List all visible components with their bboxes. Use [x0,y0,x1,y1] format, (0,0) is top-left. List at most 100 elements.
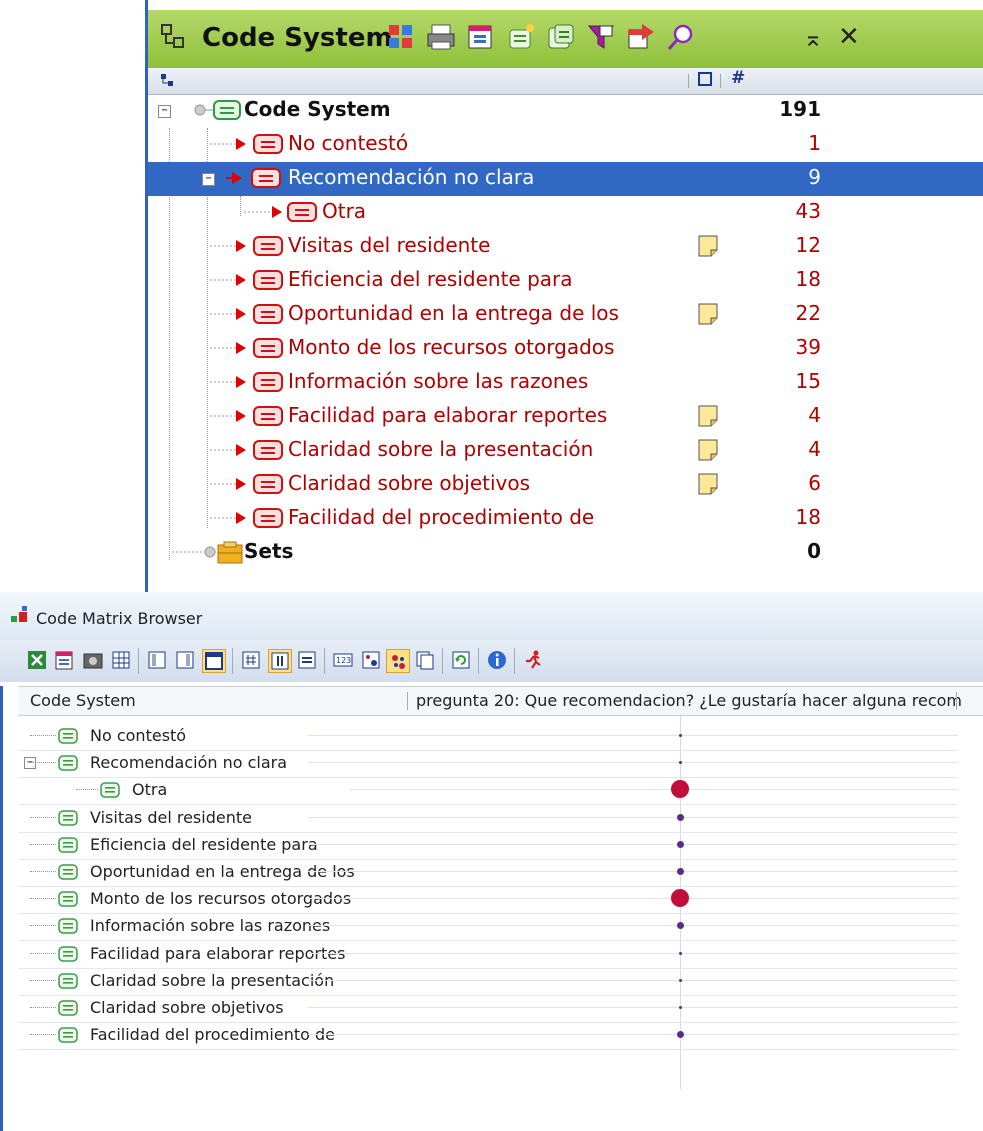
matrix-cell-dot[interactable] [676,921,684,929]
matrix-row[interactable]: Oportunidad en la entrega de los [18,858,958,887]
matrix-cell-dot[interactable] [678,733,682,737]
matrix-row[interactable]: Otra [18,776,958,805]
tree-row-code[interactable]: Claridad sobre la presentación 4 [148,434,983,468]
filter-icon[interactable] [586,22,616,52]
table-icon[interactable] [110,649,132,671]
matrix-row[interactable]: Facilidad para elaborar reportes [18,940,958,969]
print-icon[interactable] [426,22,456,52]
memo-column-icon[interactable] [698,72,712,86]
matrix-row[interactable]: Eficiencia del residente para [18,831,958,860]
tree-count: 18 [795,505,821,529]
code-matrix-icon[interactable] [386,22,416,52]
grid-hash-icon[interactable] [240,649,262,671]
row-gridline [308,871,958,872]
square-view-icon[interactable] [202,649,226,673]
code-system-column-header[interactable]: Code System [30,691,136,710]
tree-connector [30,735,56,736]
export-excel-icon[interactable] [26,649,48,671]
code-red-icon [210,372,283,392]
collapse-toggle[interactable]: − [24,757,36,769]
document-column-header[interactable]: pregunta 20: Que recomendacion? ¿Le gust… [416,691,962,710]
tree-row-code-selected[interactable]: − Recomendación no clara 9 [148,162,983,196]
snapshot-icon[interactable] [82,649,104,671]
code-icon [58,1000,78,1016]
matrix-cell-dot[interactable] [676,840,684,848]
matrix-cell-dot[interactable] [676,867,684,875]
toolbar-separator [138,648,139,674]
matrix-row[interactable]: Claridad sobre objetivos [18,994,958,1023]
matrix-row[interactable]: Claridad sobre la presentación [18,967,958,996]
memo-note-icon[interactable] [698,405,718,427]
tree-row-sets[interactable]: Sets 0 [148,536,983,570]
matrix-row[interactable]: No contestó [18,722,958,751]
collapse-toggle[interactable]: − [158,105,171,118]
tree-row-code[interactable]: Información sobre las razones 15 [148,366,983,400]
frequency-column-header[interactable]: # [731,68,745,88]
matrix-cell-dot[interactable] [676,1030,684,1038]
row-gridline [308,953,958,954]
copy-icon[interactable] [414,649,436,671]
close-button[interactable]: ✕ [838,22,860,52]
memo-note-icon[interactable] [698,303,718,325]
export-icon[interactable] [466,22,496,52]
memo-note-icon[interactable] [698,235,718,257]
tree-connector [30,1007,56,1008]
column-view-icon[interactable] [174,649,196,671]
panel-title: Code Matrix Browser [36,609,203,628]
matrix-cell-dot[interactable] [676,813,684,821]
matrix-row[interactable]: − Recomendación no clara [18,749,958,778]
tree-row-code[interactable]: No contestó 1 [148,128,983,162]
activate-icon[interactable] [626,22,656,52]
matrix-row[interactable]: Información sobre las razones [18,912,958,941]
matrix-row-label: No contestó [90,726,187,745]
import-icon[interactable] [546,22,576,52]
collapse-toggle[interactable]: − [202,173,215,186]
code-red-icon [244,202,317,222]
symbols-icon[interactable] [360,649,382,671]
tree-row-code[interactable]: Otra 43 [148,196,983,230]
tree-count: 4 [808,437,821,461]
new-code-icon[interactable] [506,22,536,52]
tree-row-code[interactable]: Monto de los recursos otorgados 39 [148,332,983,366]
tree-row-code[interactable]: Facilidad para elaborar reportes 4 [148,400,983,434]
matrix-cell-dot[interactable] [678,1005,682,1009]
code-red-icon [210,508,283,528]
column-view-icon[interactable] [146,649,168,671]
tree-row-code-system[interactable]: − Code System 191 [148,94,983,128]
matrix-cell-dot[interactable] [678,978,682,982]
memo-note-icon[interactable] [698,473,718,495]
tree-label: Claridad sobre objetivos [288,471,531,495]
tree-row-code[interactable]: Eficiencia del residente para 18 [148,264,983,298]
search-icon[interactable] [666,22,696,52]
memo-note-icon[interactable] [698,439,718,461]
tree-row-code[interactable]: Oportunidad en la entrega de los 22 [148,298,983,332]
matrix-cell-dot[interactable] [671,780,689,798]
refresh-icon[interactable] [450,649,472,671]
dots-view-icon[interactable] [386,649,410,673]
numbers-icon[interactable]: 123 [332,649,354,671]
info-icon[interactable] [486,649,508,671]
code-icon [58,1027,78,1043]
matrix-cell-dot[interactable] [678,760,682,764]
tree-row-code[interactable]: Visitas del residente 12 [148,230,983,264]
toolbar-separator [232,648,233,674]
matrix-row[interactable]: Visitas del residente [18,804,958,833]
tree-connector [30,762,56,763]
collapse-panel-button[interactable]: ⌅ [803,24,823,52]
rows-icon[interactable] [296,649,318,671]
code-matrix-browser: Code Matrix Browser 123 Code System preg… [0,592,983,1131]
sets-folder-icon [172,541,243,564]
matrix-row[interactable]: Facilidad del procedimiento de [18,1021,958,1050]
tree-count: 22 [795,301,821,325]
tree-column-icon[interactable] [160,73,174,87]
run-icon[interactable] [522,649,544,671]
matrix-cell-dot[interactable] [678,951,682,955]
tree-row-code[interactable]: Claridad sobre objetivos 6 [148,468,983,502]
matrix-row-label: Claridad sobre objetivos [90,998,284,1017]
export-icon[interactable] [54,649,76,671]
columns-icon[interactable] [268,649,292,673]
matrix-cell-dot[interactable] [671,889,689,907]
tree-row-code[interactable]: Facilidad del procedimiento de 18 [148,502,983,536]
matrix-row[interactable]: Monto de los recursos otorgados [18,885,958,914]
tree-label: Eficiencia del residente para [288,267,573,291]
